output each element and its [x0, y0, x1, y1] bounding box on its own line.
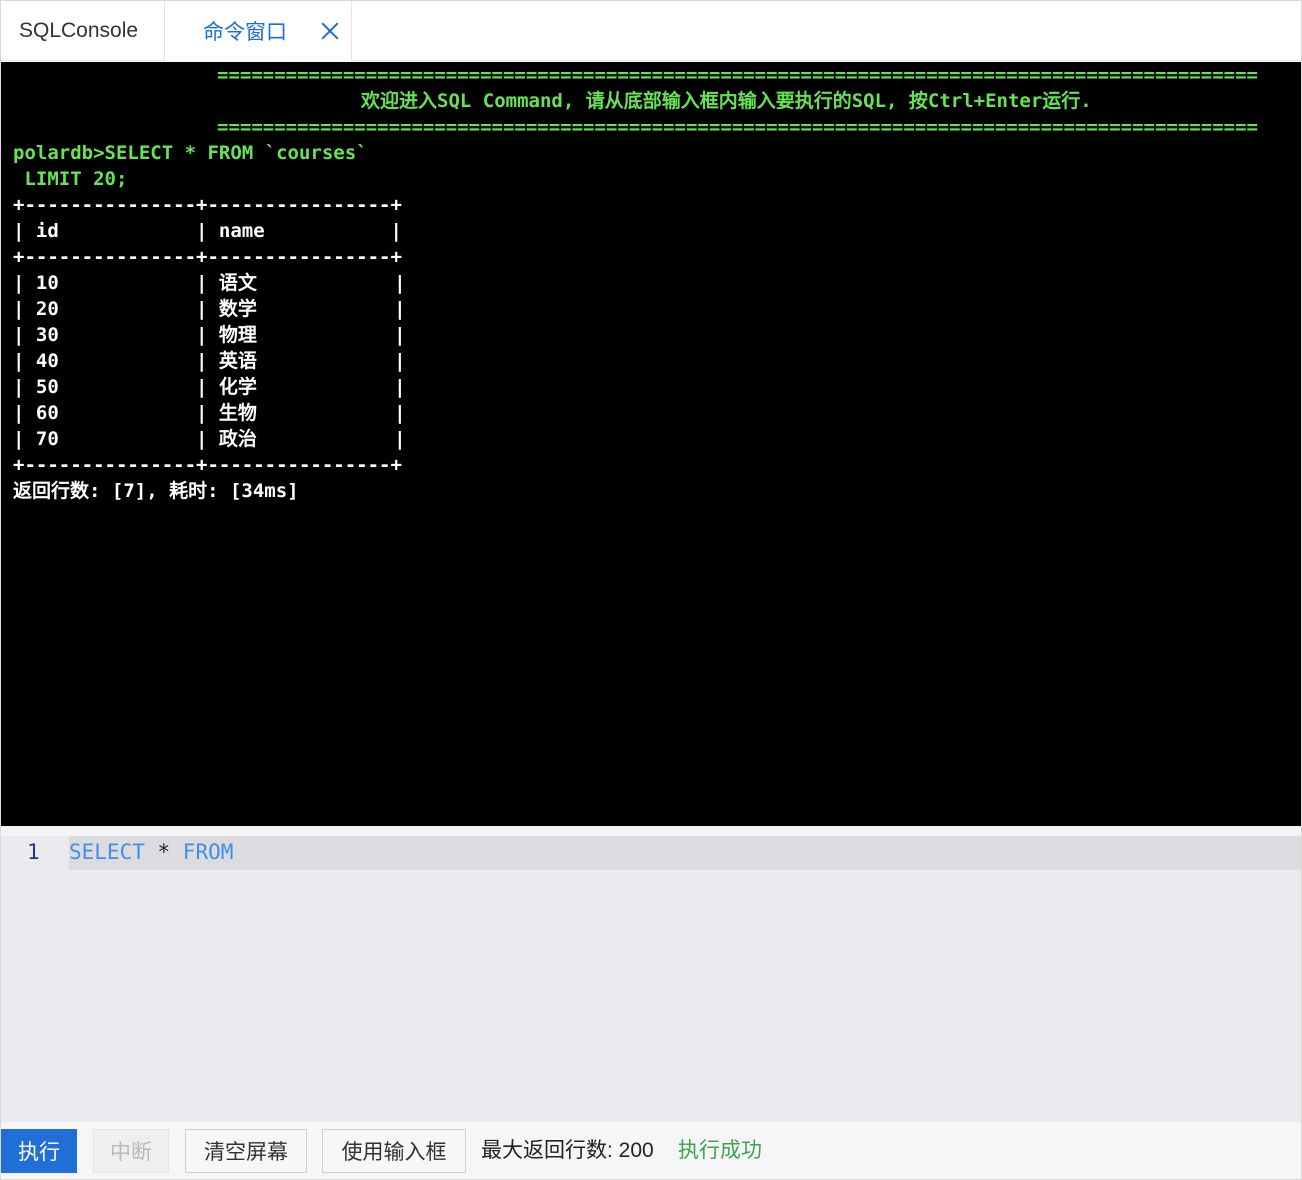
max-rows-label: 最大返回行数: 200 — [481, 1139, 654, 1162]
table-header-row: | id | name | — [13, 220, 402, 242]
run-button[interactable]: 执行 — [1, 1129, 77, 1173]
tab-command-window-label: 命令窗口 — [203, 21, 287, 44]
tab-sqlconsole-label: SQLConsole — [19, 19, 139, 42]
table-row: | 70 | 政治 | — [13, 428, 406, 450]
sql-editor[interactable]: 1 SELECT * FROM — [1, 826, 1301, 1122]
separator-top: ========================================… — [217, 64, 1258, 86]
tab-bar: SQLConsole 命令窗口 — [1, 1, 1301, 61]
stop-button[interactable]: 中断 — [93, 1129, 169, 1173]
sql-keyword-from: FROM — [182, 840, 234, 864]
table-row: | 50 | 化学 | — [13, 376, 406, 398]
sql-keyword-select: SELECT — [69, 840, 145, 864]
prompt-line-2: LIMIT 20; — [13, 168, 128, 190]
table-row: | 40 | 英语 | — [13, 350, 406, 372]
use-input-box-button[interactable]: 使用输入框 — [322, 1129, 466, 1173]
welcome-message: 欢迎进入SQL Command, 请从底部输入框内输入要执行的SQL, 按Ctr… — [361, 90, 1092, 112]
sql-operator-star: * — [144, 840, 183, 864]
table-border-top: +---------------+----------------+ — [13, 194, 402, 216]
table-border-bottom: +---------------+----------------+ — [13, 454, 402, 476]
clear-screen-button[interactable]: 清空屏幕 — [185, 1129, 307, 1173]
close-icon[interactable] — [320, 21, 340, 41]
table-row: | 20 | 数学 | — [13, 298, 406, 320]
tab-command-window[interactable]: 命令窗口 — [165, 1, 352, 61]
tab-sqlconsole[interactable]: SQLConsole — [1, 1, 165, 61]
table-row: | 30 | 物理 | — [13, 324, 406, 346]
table-row: | 60 | 生物 | — [13, 402, 406, 424]
result-summary: 返回行数: [7], 耗时: [34ms] — [13, 480, 299, 502]
active-line-highlight — [69, 836, 1301, 870]
sql-input-text[interactable]: SELECT * FROM — [69, 840, 233, 864]
line-number: 1 — [27, 840, 40, 864]
terminal-output[interactable]: ========================================… — [1, 62, 1301, 826]
table-row: | 10 | 语文 | — [13, 272, 406, 294]
bottom-toolbar: 执行 中断 清空屏幕 使用输入框 最大返回行数: 200 执行成功 — [1, 1122, 1301, 1179]
table-border-mid: +---------------+----------------+ — [13, 246, 402, 268]
execution-status: 执行成功 — [678, 1139, 762, 1162]
separator-bottom: ========================================… — [217, 116, 1258, 138]
prompt-line-1: polardb>SELECT * FROM `courses` — [13, 142, 368, 164]
